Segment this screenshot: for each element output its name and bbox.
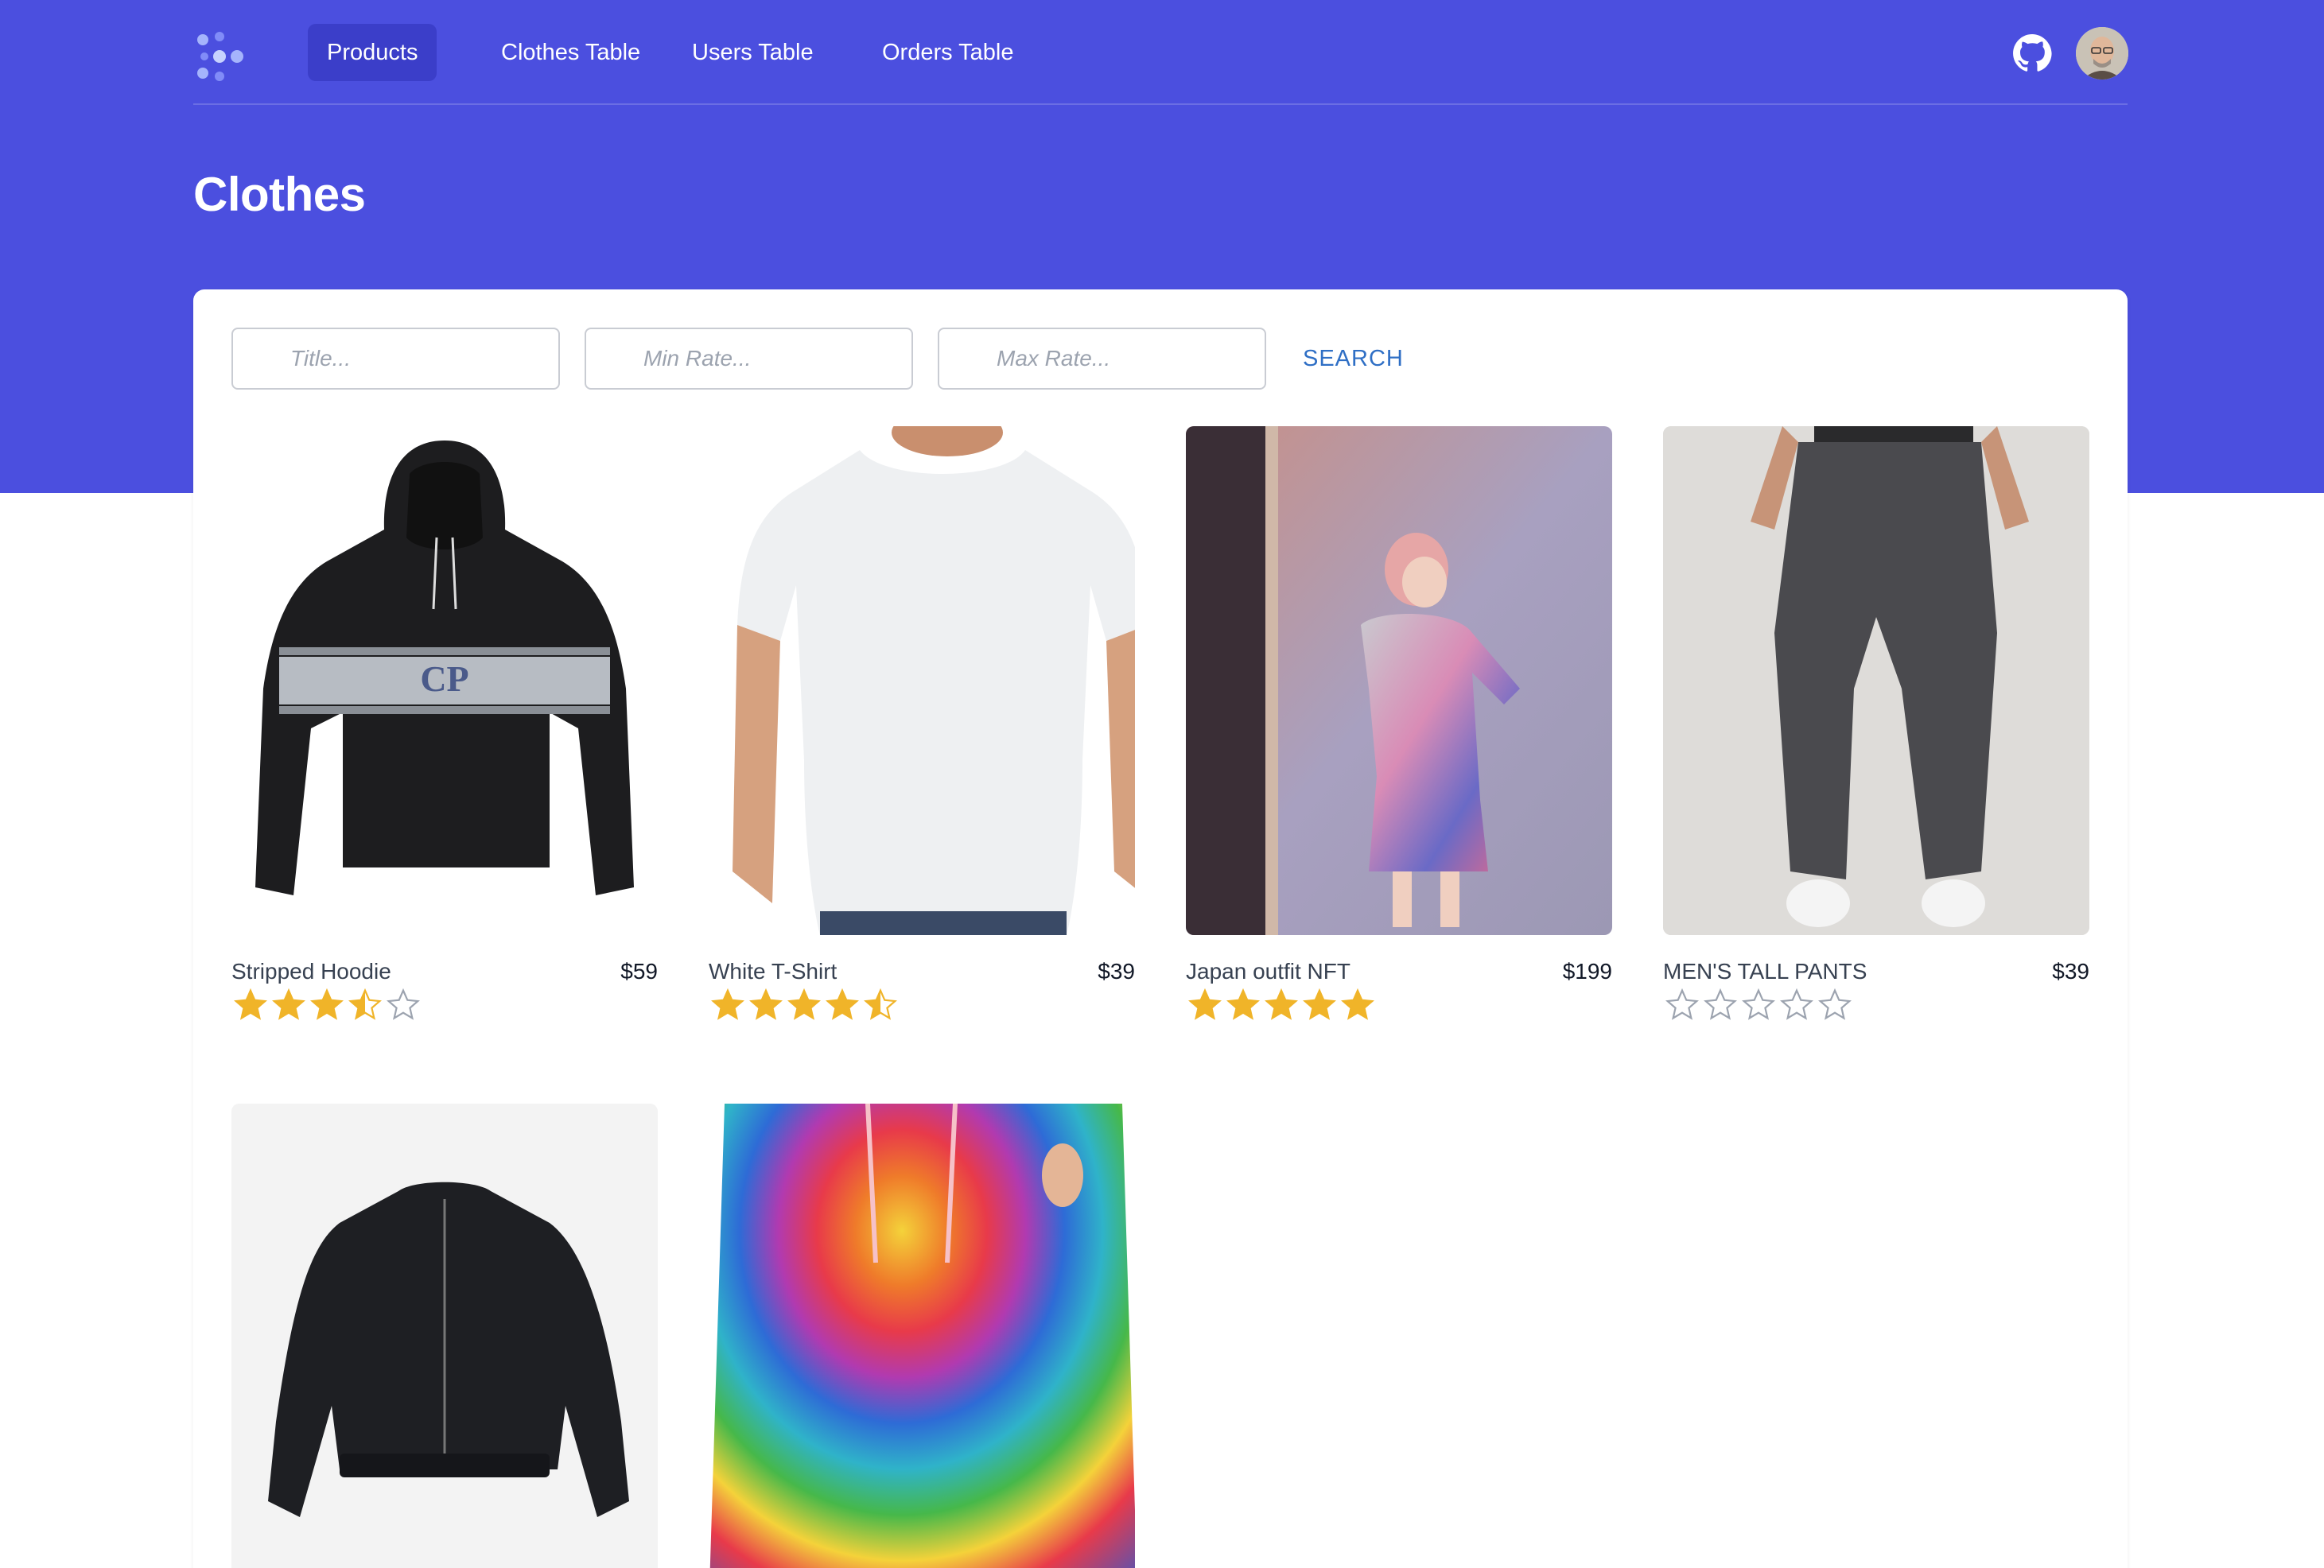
products-panel: SEARCH CP Stripped Hoodie $59 xyxy=(193,289,2128,1568)
github-icon[interactable] xyxy=(2012,33,2052,73)
page-title: Clothes xyxy=(193,168,366,221)
star-filled-icon xyxy=(234,988,267,1020)
star-filled-icon xyxy=(711,988,744,1020)
svg-text:CP: CP xyxy=(420,658,468,699)
product-price: $39 xyxy=(2052,959,2089,984)
product-image[interactable] xyxy=(231,1104,658,1568)
star-filled-icon xyxy=(826,988,859,1020)
star-filled-icon xyxy=(1341,988,1374,1020)
product-name: MEN'S TALL PANTS xyxy=(1663,959,1867,984)
title-field[interactable] xyxy=(231,328,560,390)
min-rate-field[interactable] xyxy=(585,328,913,390)
title-input[interactable] xyxy=(233,329,558,388)
star-half-icon xyxy=(348,988,382,1020)
star-filled-icon xyxy=(1265,988,1298,1020)
product-name: White T-Shirt xyxy=(709,959,837,984)
top-nav: Products Clothes Table Users Table Order… xyxy=(193,24,2128,105)
product-image[interactable] xyxy=(1186,426,1612,935)
product-price: $59 xyxy=(620,959,658,984)
product-price: $39 xyxy=(1098,959,1135,984)
rating-stars xyxy=(709,988,900,1023)
star-empty-icon xyxy=(1704,988,1737,1020)
product-name: Stripped Hoodie xyxy=(231,959,391,984)
star-empty-icon xyxy=(1780,988,1813,1020)
search-button[interactable]: SEARCH xyxy=(1303,328,1404,390)
product-price: $199 xyxy=(1562,959,1612,984)
nav-clothes-table[interactable]: Clothes Table xyxy=(482,24,659,81)
star-filled-icon xyxy=(787,988,821,1020)
min-rate-input[interactable] xyxy=(586,329,911,388)
nav-orders-table[interactable]: Orders Table xyxy=(863,24,1033,81)
star-filled-icon xyxy=(1188,988,1222,1020)
star-empty-icon xyxy=(1665,988,1699,1020)
rating-stars xyxy=(231,988,422,1023)
star-empty-icon xyxy=(1742,988,1775,1020)
product-image[interactable] xyxy=(709,1104,1135,1568)
star-filled-icon xyxy=(1226,988,1260,1020)
logo-icon[interactable] xyxy=(193,30,246,83)
star-filled-icon xyxy=(1303,988,1336,1020)
product-image[interactable] xyxy=(709,426,1135,935)
rating-stars xyxy=(1186,988,1377,1023)
star-empty-icon xyxy=(387,988,420,1020)
star-empty-icon xyxy=(1818,988,1852,1020)
max-rate-input[interactable] xyxy=(939,329,1265,388)
product-image[interactable]: CP xyxy=(231,426,658,935)
product-image[interactable] xyxy=(1663,426,2089,935)
star-filled-icon xyxy=(310,988,344,1020)
avatar-image xyxy=(2076,27,2128,80)
star-half-icon xyxy=(864,988,897,1020)
product-name: Japan outfit NFT xyxy=(1186,959,1350,984)
nav-products[interactable]: Products xyxy=(308,24,437,81)
max-rate-field[interactable] xyxy=(938,328,1266,390)
star-filled-icon xyxy=(749,988,783,1020)
star-filled-icon xyxy=(272,988,305,1020)
rating-stars xyxy=(1663,988,1854,1023)
user-avatar[interactable] xyxy=(2076,27,2128,80)
nav-users-table[interactable]: Users Table xyxy=(673,24,833,81)
